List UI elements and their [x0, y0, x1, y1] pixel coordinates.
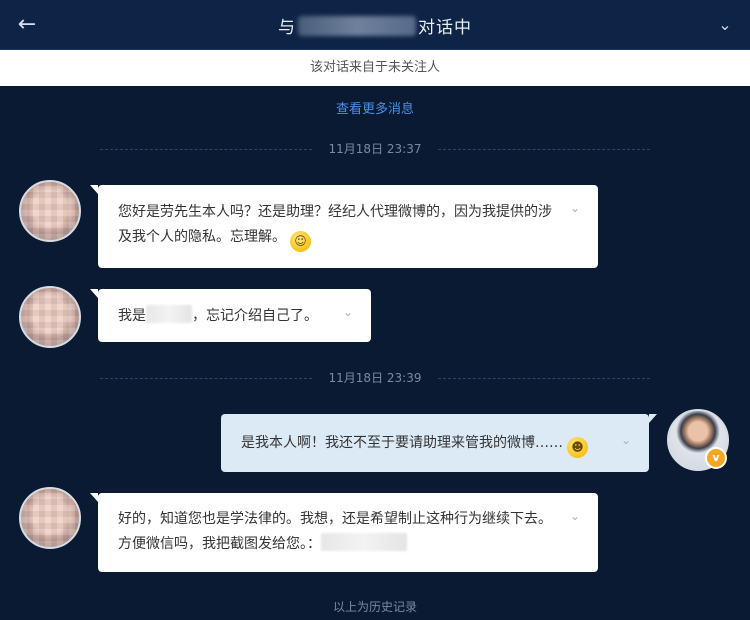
redacted-username	[298, 16, 416, 36]
title-prefix: 与	[278, 18, 296, 38]
message-text: 您好是劳先生本人吗？还是助理？经纪人代理微博的，因为我提供的涉及我个人的隐私。忘…	[118, 204, 552, 245]
message-text: 是我本人啊！我还不至于要请助理来管我的微博……	[241, 435, 563, 451]
verified-badge-icon: v	[705, 447, 727, 469]
chevron-down-icon[interactable]: ⌄	[714, 14, 736, 36]
message-bubble: 您好是劳先生本人吗？还是助理？经纪人代理微博的，因为我提供的涉及我个人的隐私。忘…	[90, 185, 598, 268]
redacted-contact	[321, 533, 407, 551]
history-record-label: 以上为历史记录	[332, 600, 417, 614]
friend-avatar[interactable]	[19, 180, 81, 242]
chevron-down-icon[interactable]: ⌄	[566, 199, 584, 217]
message-bubble: 我是 ，忘记介绍自己了。 ⌄	[90, 289, 371, 342]
view-more-messages-link[interactable]: 查看更多消息	[0, 98, 750, 117]
timestamp-divider: 11月18日 23:37	[100, 140, 650, 158]
redacted-name	[146, 305, 192, 323]
chat-header: ← 与对话中 ⌄	[0, 0, 750, 50]
message-text-after: ，忘记介绍自己了。	[192, 308, 318, 324]
title-suffix: 对话中	[418, 18, 472, 38]
stranger-notice: 该对话来自于未关注人	[0, 50, 750, 86]
chat-title: 与 对话中	[0, 13, 750, 38]
smile-emoji-icon: ☺	[290, 231, 311, 252]
chevron-down-icon[interactable]: ⌄	[566, 507, 584, 525]
timestamp: 11月18日 23:39	[328, 371, 422, 385]
timestamp-divider: 11月18日 23:39	[100, 369, 650, 387]
friend-avatar[interactable]	[19, 286, 81, 348]
friend-avatar[interactable]	[19, 487, 81, 549]
laughing-emoji-icon: ☻	[567, 437, 588, 458]
message-text-before: 我是	[118, 308, 146, 324]
chevron-down-icon[interactable]: ⌄	[617, 431, 635, 449]
message-bubble: 好的，知道您也是学法律的。我想，还是希望制止这种行为继续下去。方便微信吗，我把截…	[90, 493, 598, 572]
chevron-down-icon[interactable]: ⌄	[339, 303, 357, 321]
timestamp: 11月18日 23:37	[328, 142, 422, 156]
my-message-bubble: 是我本人啊！我还不至于要请助理来管我的微博…… ☻ ⌄	[221, 414, 657, 472]
